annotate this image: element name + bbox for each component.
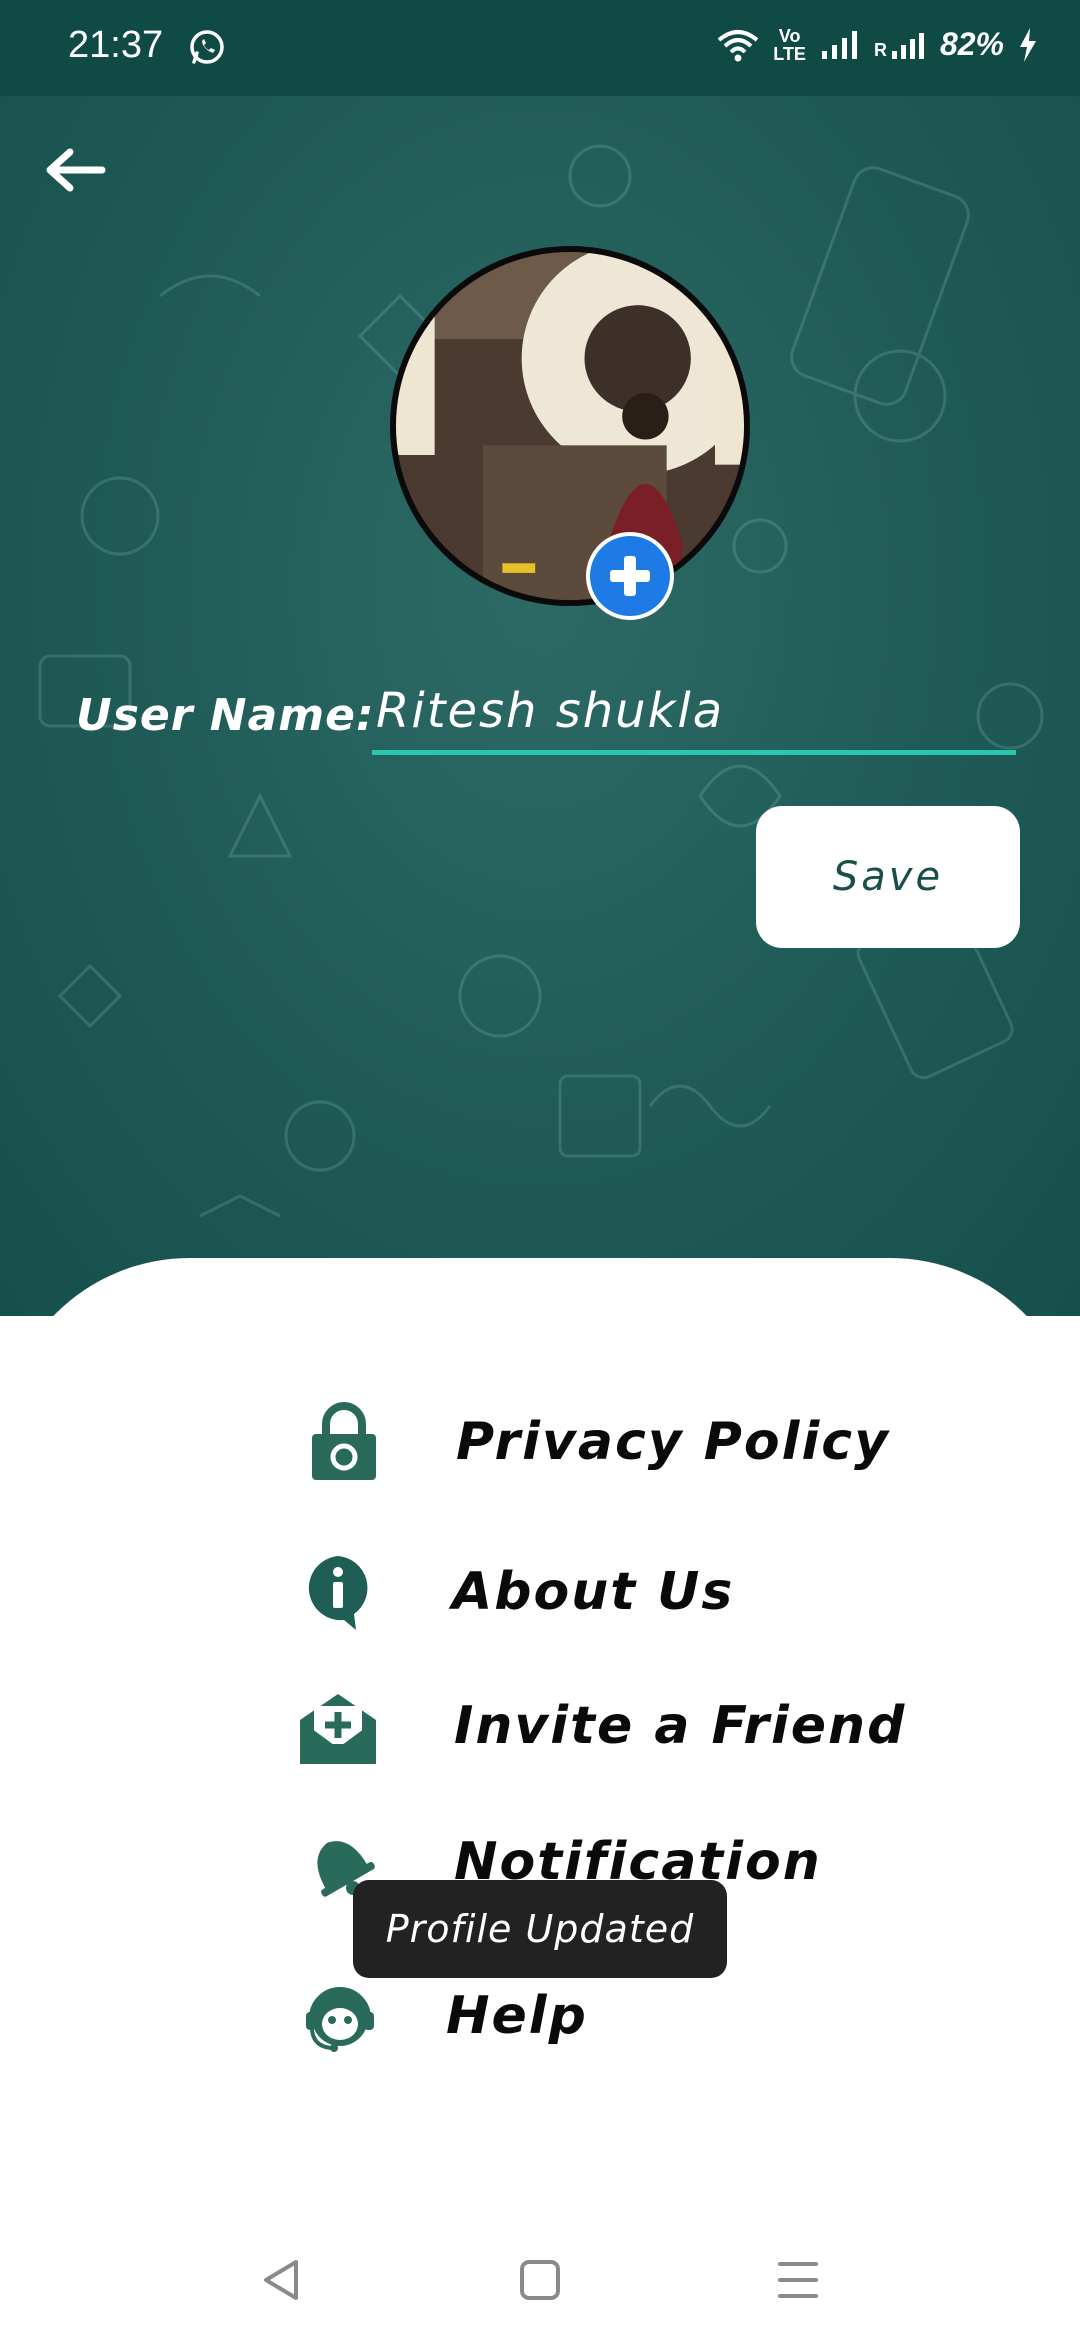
back-nav-icon[interactable] <box>252 2250 312 2310</box>
menu-item-invite-friend[interactable]: Invite a Friend <box>298 1686 906 1766</box>
whatsapp-icon <box>190 30 224 64</box>
save-button[interactable]: Save <box>756 806 1020 948</box>
support-icon <box>300 1976 380 2056</box>
charging-icon <box>1020 27 1036 62</box>
status-indicators: Vo LTE R 82% <box>717 26 1038 63</box>
lock-icon <box>304 1402 384 1482</box>
menu-nav-icon[interactable] <box>768 2250 828 2310</box>
menu-item-privacy-policy[interactable]: Privacy Policy <box>304 1402 890 1482</box>
menu-label-privacy-policy: Privacy Policy <box>456 1412 890 1472</box>
system-nav-bar <box>0 2210 1080 2340</box>
menu-label-invite-friend: Invite a Friend <box>454 1696 907 1756</box>
status-bar: 21:37 Vo LTE R 82% <box>0 0 1080 96</box>
signal-icon <box>821 30 857 59</box>
mail-add-icon <box>298 1686 378 1766</box>
menu-label-help: Help <box>446 1986 588 2046</box>
username-label: User Name: <box>76 690 375 741</box>
avatar-photo <box>396 252 744 600</box>
menu-item-help[interactable]: Help <box>300 1976 588 2056</box>
toast-message: Profile Updated <box>353 1880 727 1978</box>
battery-level: 82% <box>939 26 1004 62</box>
username-input[interactable] <box>372 672 1016 755</box>
status-time: 21:37 <box>68 24 164 66</box>
add-photo-button[interactable] <box>586 532 674 620</box>
menu-item-about-us[interactable]: About Us <box>298 1552 734 1632</box>
signal-icon-2 <box>891 32 924 59</box>
profile-avatar[interactable] <box>390 246 750 606</box>
info-icon <box>298 1552 378 1632</box>
home-nav-icon[interactable] <box>510 2250 570 2310</box>
roaming-signal: R <box>874 31 926 59</box>
volte-indicator: Vo LTE <box>773 25 806 64</box>
wifi-icon <box>717 29 759 61</box>
back-arrow-icon[interactable] <box>40 140 110 200</box>
menu-label-about-us: About Us <box>452 1562 735 1622</box>
